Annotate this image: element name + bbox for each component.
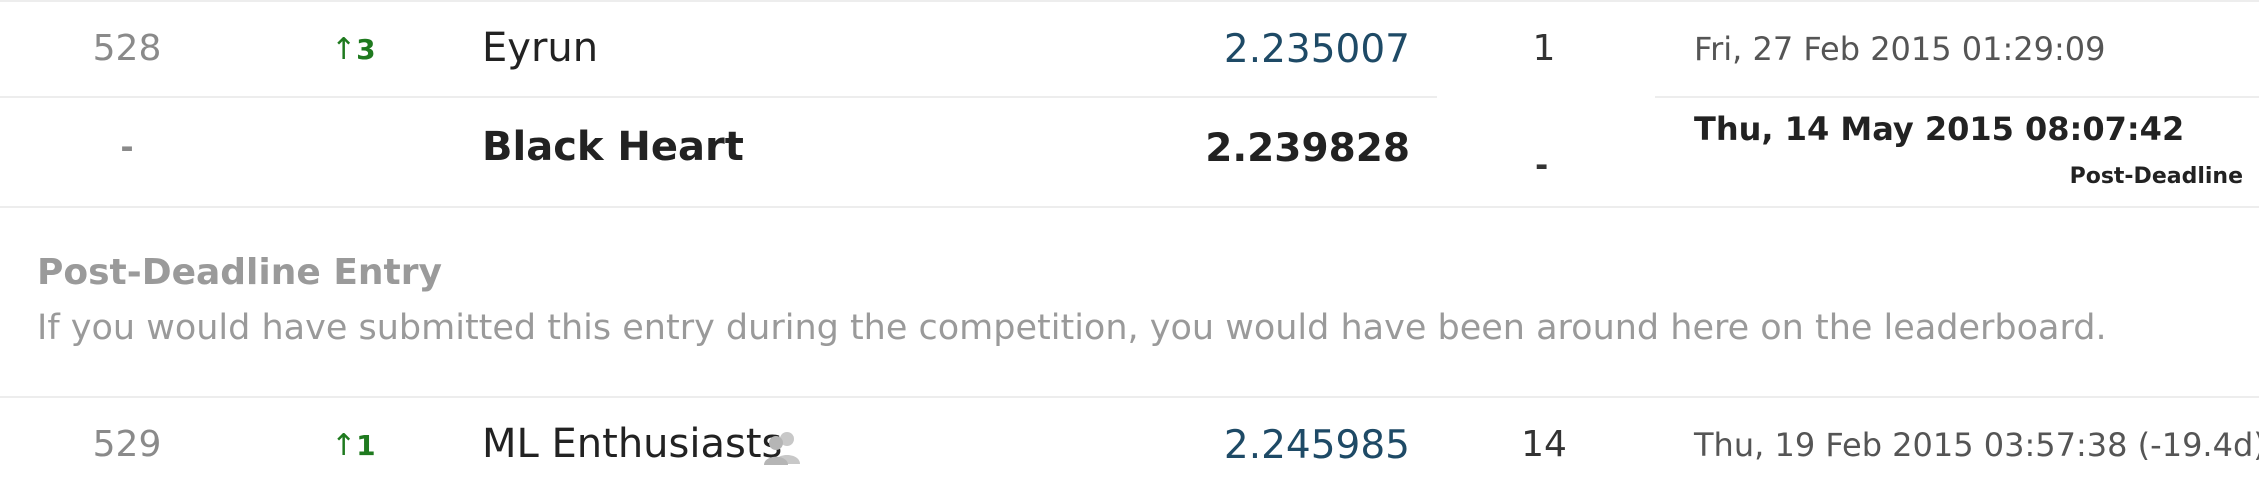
rank-cell: 529: [92, 424, 162, 465]
leaderboard-row: 529 ↑1 ML Enthusiasts 2.245985 14 Thu, 1…: [0, 396, 2259, 494]
entries-cell: 14: [1521, 424, 1567, 465]
score-cell: 2.245985: [1223, 423, 1410, 468]
rank-change-value: 1: [356, 429, 376, 462]
entries-cell: -: [1535, 146, 1549, 184]
score-cell: 2.235007: [1223, 27, 1410, 72]
post-deadline-note-description: If you would have submitted this entry d…: [37, 308, 2107, 348]
leaderboard-row: 528 ↑3 Eyrun 2.235007 1 Fri, 27 Feb 2015…: [0, 0, 2259, 96]
last-submission-cell: Thu, 19 Feb 2015 03:57:38 (-19.4d): [1694, 426, 2259, 464]
up-arrow-icon: ↑: [331, 428, 357, 463]
rank-change-badge: ↑1: [331, 428, 376, 463]
last-submission-cell: Fri, 27 Feb 2015 01:29:09: [1694, 30, 2106, 68]
post-deadline-note-title: Post-Deadline Entry: [37, 252, 442, 293]
team-name-link[interactable]: Eyrun: [482, 25, 598, 71]
team-name-link[interactable]: Black Heart: [482, 124, 744, 170]
rank-change-value: 3: [356, 33, 376, 66]
post-deadline-row: - Black Heart 2.239828 - Thu, 14 May 201…: [0, 96, 2259, 208]
score-cell: 2.239828: [1205, 126, 1410, 171]
up-arrow-icon: ↑: [331, 32, 357, 67]
team-name-link[interactable]: ML Enthusiasts: [482, 421, 782, 467]
post-deadline-tag: Post-Deadline: [2069, 164, 2243, 189]
divider-gap: [1437, 94, 1655, 98]
leaderboard-table: 528 ↑3 Eyrun 2.235007 1 Fri, 27 Feb 2015…: [0, 0, 2259, 494]
rank-change-badge: ↑3: [331, 32, 376, 67]
rank-cell: 528: [92, 28, 162, 69]
rank-cell: -: [120, 128, 134, 166]
entries-cell: 1: [1532, 28, 1556, 69]
last-submission-cell: Thu, 14 May 2015 08:07:42: [1694, 110, 2185, 148]
team-members-icon[interactable]: [762, 430, 802, 466]
